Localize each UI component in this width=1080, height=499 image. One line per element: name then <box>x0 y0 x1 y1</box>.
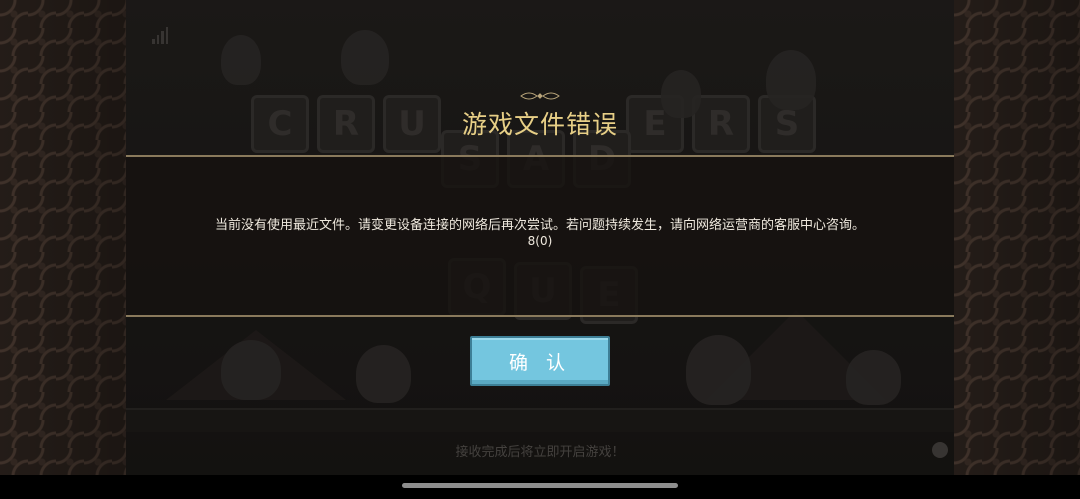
title-ornament-icon <box>520 92 560 100</box>
error-code: 8(0) <box>527 234 553 248</box>
error-message: 当前没有使用最近文件。请变更设备连接的网络后再次尝试。若问题持续发生，请向网络运… <box>214 218 865 233</box>
right-lace-border <box>954 0 1080 475</box>
left-lace-border <box>0 0 126 475</box>
dialog-title: 游戏文件错误 <box>461 110 618 139</box>
home-indicator[interactable] <box>402 483 678 488</box>
error-dialog-body: 当前没有使用最近文件。请变更设备连接的网络后再次尝试。若问题持续发生，请向网络运… <box>126 155 954 317</box>
confirm-button[interactable]: 确 认 <box>470 336 610 386</box>
